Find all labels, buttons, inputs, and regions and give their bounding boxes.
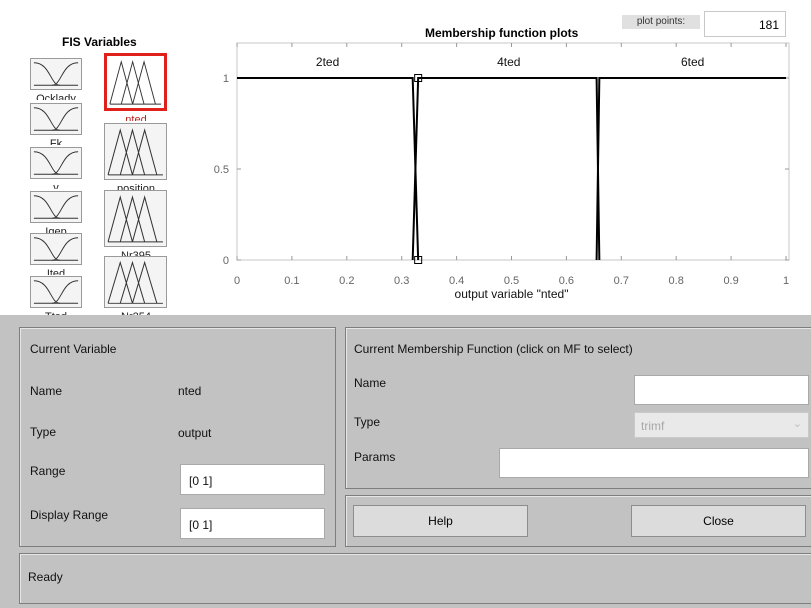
x-tick-label: 1 <box>783 275 789 287</box>
mf-params-input[interactable] <box>499 448 809 478</box>
current-mf-panel: Current Membership Function (click on MF… <box>345 327 811 489</box>
variable-type-label: Type <box>30 425 57 439</box>
status-text: Ready <box>28 570 63 584</box>
y-tick-label: 1 <box>223 73 229 85</box>
variable-name-label: Name <box>30 384 63 398</box>
x-tick-label: 0.8 <box>669 275 684 287</box>
mf-type-select[interactable]: trimf ⌄ <box>634 412 809 438</box>
mf-name-label: Name <box>354 376 387 390</box>
mf-params-label: Params <box>354 450 396 464</box>
mf-label-4ted: 4ted <box>497 55 520 69</box>
plot-title: Membership function plots <box>425 26 579 40</box>
close-button[interactable]: Close <box>631 505 806 537</box>
mf-type-label: Type <box>354 415 381 429</box>
variable-type-value: output <box>178 426 212 440</box>
variable-name-value: nted <box>178 384 202 398</box>
mf-type-value: trimf <box>641 419 665 433</box>
mf-label-2ted: 2ted <box>316 55 339 69</box>
mf-name-input[interactable] <box>634 375 809 405</box>
chevron-down-icon: ⌄ <box>792 418 802 430</box>
range-label: Range <box>30 464 66 478</box>
x-tick-label: 0.3 <box>394 275 409 287</box>
status-bar: Ready <box>19 553 811 604</box>
x-tick-label: 0.4 <box>449 275 464 287</box>
x-tick-label: 0.7 <box>614 275 629 287</box>
current-variable-title: Current Variable <box>30 342 117 356</box>
x-tick-label: 0.1 <box>284 275 299 287</box>
range-input[interactable]: [0 1] <box>180 464 325 495</box>
membership-function-chart[interactable]: 0 0.1 0.2 0.3 0.4 0.5 0.6 0.7 0.8 0.9 1 0 0.5 1 2ted 4t… <box>0 0 811 320</box>
y-tick-label: 0 <box>223 255 229 267</box>
plot-frame <box>236 42 790 261</box>
help-button[interactable]: Help <box>353 505 528 537</box>
buttons-panel: Help Close <box>345 495 811 547</box>
current-mf-title: Current Membership Function (click on MF… <box>354 342 633 356</box>
x-tick-label: 0.9 <box>723 275 738 287</box>
properties-panel: Current Variable Name nted Type output R… <box>0 315 811 608</box>
mf-label-6ted: 6ted <box>681 55 704 69</box>
x-axis-label: output variable "nted" <box>455 287 569 301</box>
current-variable-panel: Current Variable Name nted Type output R… <box>19 327 336 547</box>
x-tick-label: 0.2 <box>339 275 354 287</box>
x-tick-label: 0.5 <box>504 275 519 287</box>
plot-area: FIS Variables Ocklady Fk v Igep Ited Tte… <box>0 0 811 320</box>
display-range-input[interactable]: [0 1] <box>180 508 325 539</box>
plot-points-input[interactable]: 181 <box>704 11 786 37</box>
y-tick-label: 0.5 <box>214 164 229 176</box>
display-range-label: Display Range <box>30 508 109 522</box>
plot-points-label: plot points: <box>622 15 700 29</box>
x-tick-label: 0 <box>234 275 240 287</box>
x-tick-label: 0.6 <box>559 275 574 287</box>
